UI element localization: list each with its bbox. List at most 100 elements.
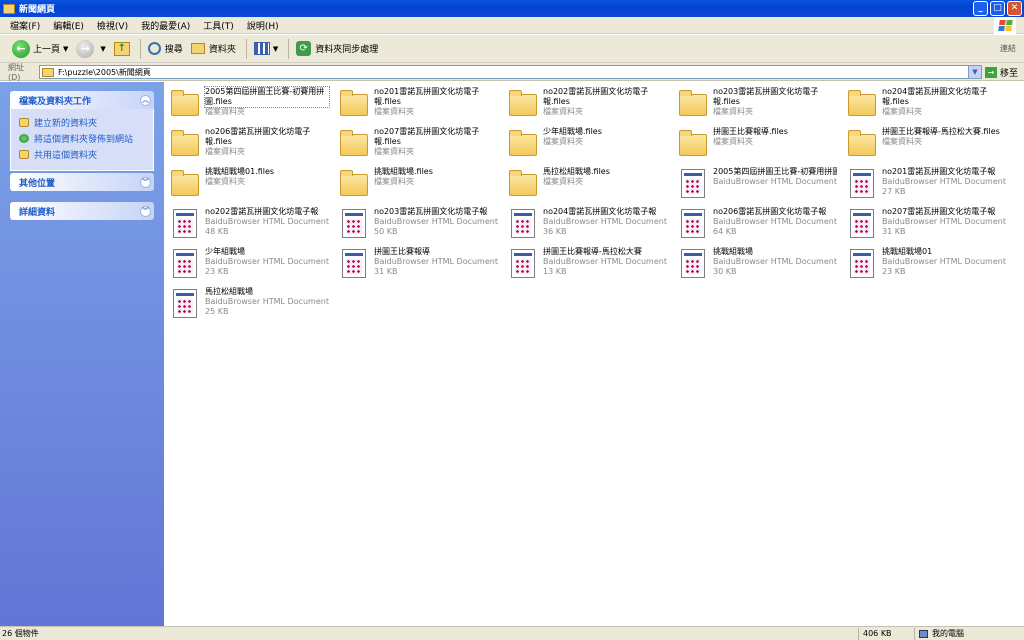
html-document-icon — [677, 167, 709, 199]
windows-logo-icon — [994, 17, 1016, 34]
location-indicator: 我的電腦 — [914, 627, 964, 640]
toolbar: ← 上一頁 ▼ → ▼ ↑ 搜尋 資料夾 ▼ ⟳ 資料夾同步處理 — [0, 35, 1024, 63]
sync-label: 資料夾同步處理 — [315, 45, 379, 55]
back-label: 上一頁 — [33, 45, 61, 55]
links-button[interactable]: 連結 — [1000, 43, 1016, 54]
item-name: 拼圖王比賽報導-馬拉松大賽.files — [882, 127, 1000, 136]
go-button[interactable]: → 移至 — [985, 66, 1018, 79]
file-item[interactable]: no204雷諾瓦拼圖文化坊電子報 BaiduBrowser HTML Docume… — [507, 207, 667, 243]
html-document-icon — [169, 247, 201, 279]
folder-item[interactable]: 拼圖王比賽報導.files 檔案資料夾 — [677, 127, 837, 163]
item-size: 31 KB — [374, 267, 398, 276]
file-item[interactable]: 拼圖王比賽報導 BaiduBrowser HTML Document 31 KB — [338, 247, 498, 283]
item-details: 拼圖王比賽報導-馬拉松大賽.files 檔案資料夾 — [882, 127, 1000, 163]
item-name: 少年組戰場 — [205, 247, 245, 256]
chevron-down-icon[interactable]: ︾ — [140, 176, 151, 188]
forward-button[interactable]: → ▼ — [76, 39, 106, 58]
chevron-down-icon[interactable]: ︾ — [140, 205, 151, 217]
html-document-icon — [846, 167, 878, 199]
menu-help[interactable]: 說明(H) — [247, 19, 279, 32]
item-name: no204雷諾瓦拼圖文化坊電子報 — [543, 207, 657, 216]
maximize-button[interactable]: □ — [990, 1, 1005, 16]
other-places-title: 其他位置 — [19, 178, 56, 189]
close-button[interactable]: ✕ — [1007, 1, 1022, 16]
file-item[interactable]: no202雷諾瓦拼圖文化坊電子報 BaiduBrowser HTML Docume… — [169, 207, 329, 243]
search-button[interactable]: 搜尋 — [147, 42, 183, 55]
folder-item[interactable]: 馬拉松組戰場.files 檔案資料夾 — [507, 167, 667, 203]
go-label: 移至 — [1000, 69, 1019, 79]
file-item[interactable]: 拼圖王比賽報導-馬拉松大賽 BaiduBrowser HTML Document 1… — [507, 247, 667, 283]
details-title: 詳細資料 — [19, 207, 56, 218]
item-type: BaiduBrowser HTML Document — [543, 257, 667, 266]
item-details: 馬拉松組戰場.files 檔案資料夾 — [543, 167, 610, 203]
publish-folder-link[interactable]: 將這個資料夾發佈到網站 — [19, 132, 145, 145]
file-item[interactable]: 少年組戰場 BaiduBrowser HTML Document 23 KB — [169, 247, 329, 283]
menu-favorites[interactable]: 我的最愛(A) — [141, 19, 190, 32]
item-name: no204雷諾瓦拼圖文化坊電子報.files — [882, 87, 988, 106]
item-details: 馬拉松組戰場 BaiduBrowser HTML Document 25 KB — [205, 287, 329, 323]
details-header[interactable]: 詳細資料 ︾ — [10, 202, 154, 220]
folder-item[interactable]: 拼圖王比賽報導-馬拉松大賽.files 檔案資料夾 — [846, 127, 1006, 163]
item-name: no201雷諾瓦拼圖文化坊電子報 — [882, 167, 996, 176]
file-item[interactable]: no206雷諾瓦拼圖文化坊電子報 BaiduBrowser HTML Docume… — [677, 207, 837, 243]
details-panel: 詳細資料 ︾ — [10, 202, 154, 220]
item-details: 挑戰組戰場 BaiduBrowser HTML Document 30 KB — [713, 247, 837, 283]
item-details: 拼圖王比賽報導.files 檔案資料夾 — [713, 127, 788, 163]
address-label: 網址(D) — [8, 62, 24, 82]
share-folder-icon — [19, 150, 29, 159]
folder-icon — [338, 127, 370, 159]
tasks-panel-header[interactable]: 檔案及資料夾工作 ︽ — [10, 91, 154, 109]
item-type: 檔案資料夾 — [374, 177, 414, 186]
chevron-down-icon[interactable]: ▼ — [968, 66, 981, 78]
up-button[interactable]: ↑ — [113, 41, 130, 56]
chevron-up-icon[interactable]: ︽ — [140, 94, 151, 106]
share-folder-link[interactable]: 共用這個資料夾 — [19, 148, 145, 161]
folder-item[interactable]: no202雷諾瓦拼圖文化坊電子報.files 檔案資料夾 — [507, 87, 667, 123]
menu-file[interactable]: 檔案(F) — [10, 19, 40, 32]
menu-tools[interactable]: 工具(T) — [203, 19, 234, 32]
menu-view[interactable]: 檢視(V) — [97, 19, 128, 32]
folders-label: 資料夾 — [208, 45, 236, 55]
folder-item[interactable]: no207雷諾瓦拼圖文化坊電子報.files 檔案資料夾 — [338, 127, 498, 163]
item-name: 挑戰組戰場01.files — [205, 167, 275, 176]
file-item[interactable]: no201雷諾瓦拼圖文化坊電子報 BaiduBrowser HTML Docume… — [846, 167, 1006, 203]
file-item[interactable]: no207雷諾瓦拼圖文化坊電子報 BaiduBrowser HTML Docume… — [846, 207, 1006, 243]
folder-sync-button[interactable]: ⟳ 資料夾同步處理 — [296, 41, 378, 56]
folder-icon — [846, 127, 878, 159]
folder-item[interactable]: 挑戰組戰場.files 檔案資料夾 — [338, 167, 498, 203]
item-type: BaiduBrowser HTML Document — [374, 257, 498, 266]
file-item[interactable]: 挑戰組戰場01 BaiduBrowser HTML Document 23 KB — [846, 247, 1006, 283]
folder-item[interactable]: no206雷諾瓦拼圖文化坊電子報.files 檔案資料夾 — [169, 127, 329, 163]
title-bar[interactable]: 新聞網頁 _ □ ✕ — [0, 0, 1024, 17]
menu-edit[interactable]: 編輯(E) — [53, 19, 84, 32]
item-size: 31 KB — [882, 227, 906, 236]
chevron-down-icon: ▼ — [100, 44, 106, 53]
file-item[interactable]: no203雷諾瓦拼圖文化坊電子報 BaiduBrowser HTML Docume… — [338, 207, 498, 243]
toolbar-separator — [139, 38, 141, 59]
folder-item[interactable]: no204雷諾瓦拼圖文化坊電子報.files 檔案資料夾 — [846, 87, 1006, 123]
item-name: 拼圖王比賽報導-馬拉松大賽 — [543, 247, 642, 256]
folder-item[interactable]: 少年組戰場.files 檔案資料夾 — [507, 127, 667, 163]
views-button[interactable]: ▼ — [253, 42, 278, 55]
folder-item[interactable]: 挑戰組戰場01.files 檔案資料夾 — [169, 167, 329, 203]
file-item[interactable]: 2005第四屆拼圖王比賽-初賽用拼圖 BaiduBrowser HTML Docu… — [677, 167, 837, 203]
folder-icon — [169, 127, 201, 159]
item-name: no202雷諾瓦拼圖文化坊電子報 — [205, 207, 319, 216]
new-folder-link[interactable]: 建立新的資料夾 — [19, 116, 145, 129]
item-type: 檔案資料夾 — [882, 107, 922, 116]
folder-item[interactable]: 2005第四屆拼圖王比賽-初賽用拼圖.files 檔案資料夾 — [169, 86, 330, 123]
folders-button[interactable]: 資料夾 — [190, 42, 236, 55]
folder-icon — [338, 167, 370, 199]
item-name: no203雷諾瓦拼圖文化坊電子報.files — [713, 87, 819, 106]
item-name: 2005第四屆拼圖王比賽-初賽用拼圖 — [713, 167, 837, 176]
minimize-button[interactable]: _ — [973, 1, 988, 16]
folder-item[interactable]: no201雷諾瓦拼圖文化坊電子報.files 檔案資料夾 — [338, 87, 498, 123]
address-input[interactable]: F:\puzzle\2005\新聞網頁 ▼ — [39, 65, 982, 79]
back-button[interactable]: ← 上一頁 ▼ — [12, 39, 68, 58]
item-name: 挑戰組戰場 — [713, 247, 753, 256]
folder-item[interactable]: no203雷諾瓦拼圖文化坊電子報.files 檔案資料夾 — [677, 87, 837, 123]
address-value: F:\puzzle\2005\新聞網頁 — [58, 67, 151, 77]
file-item[interactable]: 馬拉松組戰場 BaiduBrowser HTML Document 25 KB — [169, 287, 329, 323]
other-places-header[interactable]: 其他位置 ︾ — [10, 173, 154, 191]
file-item[interactable]: 挑戰組戰場 BaiduBrowser HTML Document 30 KB — [677, 247, 837, 283]
